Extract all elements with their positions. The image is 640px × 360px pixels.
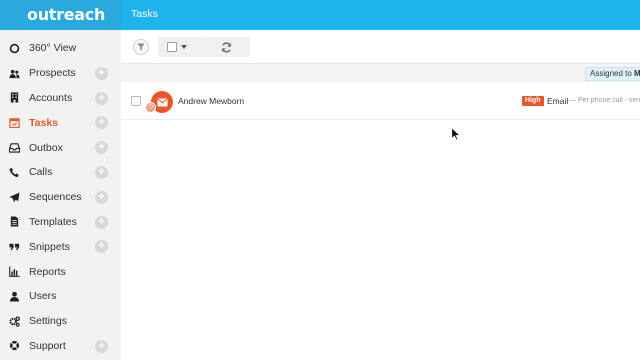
filter-button[interactable] (133, 39, 149, 55)
lifebuoy-icon (8, 340, 20, 352)
sidebar-item-label: Calls (29, 166, 53, 179)
sidebar-item-label: Support (29, 339, 66, 352)
phone-icon (8, 166, 20, 178)
filter-icon (137, 43, 145, 51)
sidebar-item-prospects[interactable]: Prospects + (0, 61, 121, 86)
sidebar-item-sequences[interactable]: Sequences + (0, 185, 121, 210)
quote-icon (8, 241, 20, 253)
add-snippet-button[interactable]: + (95, 240, 108, 254)
sidebar-item-settings[interactable]: Settings (0, 309, 121, 334)
gears-icon (8, 315, 20, 327)
sidebar-item-label: Settings (29, 315, 67, 328)
select-all-dropdown[interactable] (158, 37, 202, 57)
clock-icon: ◷ (145, 102, 156, 113)
envelope-icon (156, 98, 168, 106)
paper-plane-icon (8, 191, 20, 203)
sidebar-item-tasks[interactable]: Tasks + (0, 110, 121, 135)
bar-chart-icon (8, 266, 20, 278)
page-title: Tasks (131, 8, 158, 20)
sidebar-item-calls[interactable]: Calls + (0, 160, 121, 185)
sidebar-item-templates[interactable]: Templates + (0, 210, 121, 235)
mouse-cursor-icon (451, 127, 461, 141)
assigned-filter-value: Me (634, 69, 640, 78)
sidebar-item-label: Users (29, 290, 57, 303)
sidebar-item-label: Templates (29, 215, 77, 228)
building-icon (8, 92, 20, 104)
brand-logo[interactable]: outreach (0, 0, 121, 30)
sidebar-item-users[interactable]: Users (0, 284, 121, 309)
sidebar-item-label: Reports (29, 265, 66, 278)
toolbar (121, 30, 640, 64)
add-sequence-button[interactable]: + (95, 190, 108, 204)
add-account-button[interactable]: + (95, 91, 108, 105)
sidebar-item-label: Outbox (29, 141, 63, 154)
sidebar-item-outbox[interactable]: Outbox + (0, 135, 121, 160)
sidebar-item-label: Accounts (29, 91, 73, 104)
task-checkbox[interactable] (131, 96, 141, 106)
sidebar-item-label: 360° View (29, 42, 77, 55)
task-type: Email (547, 96, 569, 106)
add-prospect-button[interactable]: + (95, 66, 108, 80)
sidebar-item-label: Tasks (29, 116, 58, 129)
sidebar-item-snippets[interactable]: Snippets + (0, 234, 121, 259)
sidebar-nav: 360° View Prospects + Accounts + Tasks +… (0, 30, 121, 358)
sidebar-item-360-view[interactable]: 360° View (0, 36, 121, 61)
add-call-button[interactable]: + (95, 165, 108, 179)
select-all-checkbox[interactable] (167, 42, 177, 52)
users-icon (8, 67, 20, 79)
user-icon (8, 290, 20, 302)
document-icon (8, 216, 20, 228)
sidebar-item-accounts[interactable]: Accounts + (0, 86, 121, 111)
priority-badge: High (522, 96, 544, 106)
add-outbox-button[interactable]: + (95, 141, 108, 155)
calendar-check-icon (8, 117, 20, 129)
task-row[interactable]: ◷ Andrew Mewborn High Email — Per phone … (121, 84, 640, 120)
add-template-button[interactable]: + (95, 215, 108, 229)
page-header: Tasks (121, 0, 640, 30)
add-task-button[interactable]: + (95, 116, 108, 130)
refresh-icon (221, 41, 231, 53)
sidebar-item-label: Snippets (29, 240, 70, 253)
refresh-button[interactable] (202, 37, 250, 57)
sidebar-item-label: Sequences (29, 191, 82, 204)
prospect-name[interactable]: Andrew Mewborn (178, 96, 244, 106)
add-support-button[interactable]: + (95, 339, 108, 353)
sidebar: outreach 360° View Prospects + Accounts … (0, 0, 121, 360)
sidebar-item-support[interactable]: Support + (0, 334, 121, 359)
circle-icon (8, 42, 20, 54)
task-description: — Per phone call - send (569, 97, 640, 104)
sidebar-item-label: Prospects (29, 67, 76, 80)
chevron-down-icon (181, 45, 187, 49)
filter-bar: Assigned to Me (121, 64, 640, 82)
inbox-icon (8, 142, 20, 154)
sidebar-item-reports[interactable]: Reports (0, 259, 121, 284)
assigned-filter-chip[interactable]: Assigned to Me (585, 67, 640, 81)
assigned-filter-label: Assigned to (590, 69, 632, 78)
